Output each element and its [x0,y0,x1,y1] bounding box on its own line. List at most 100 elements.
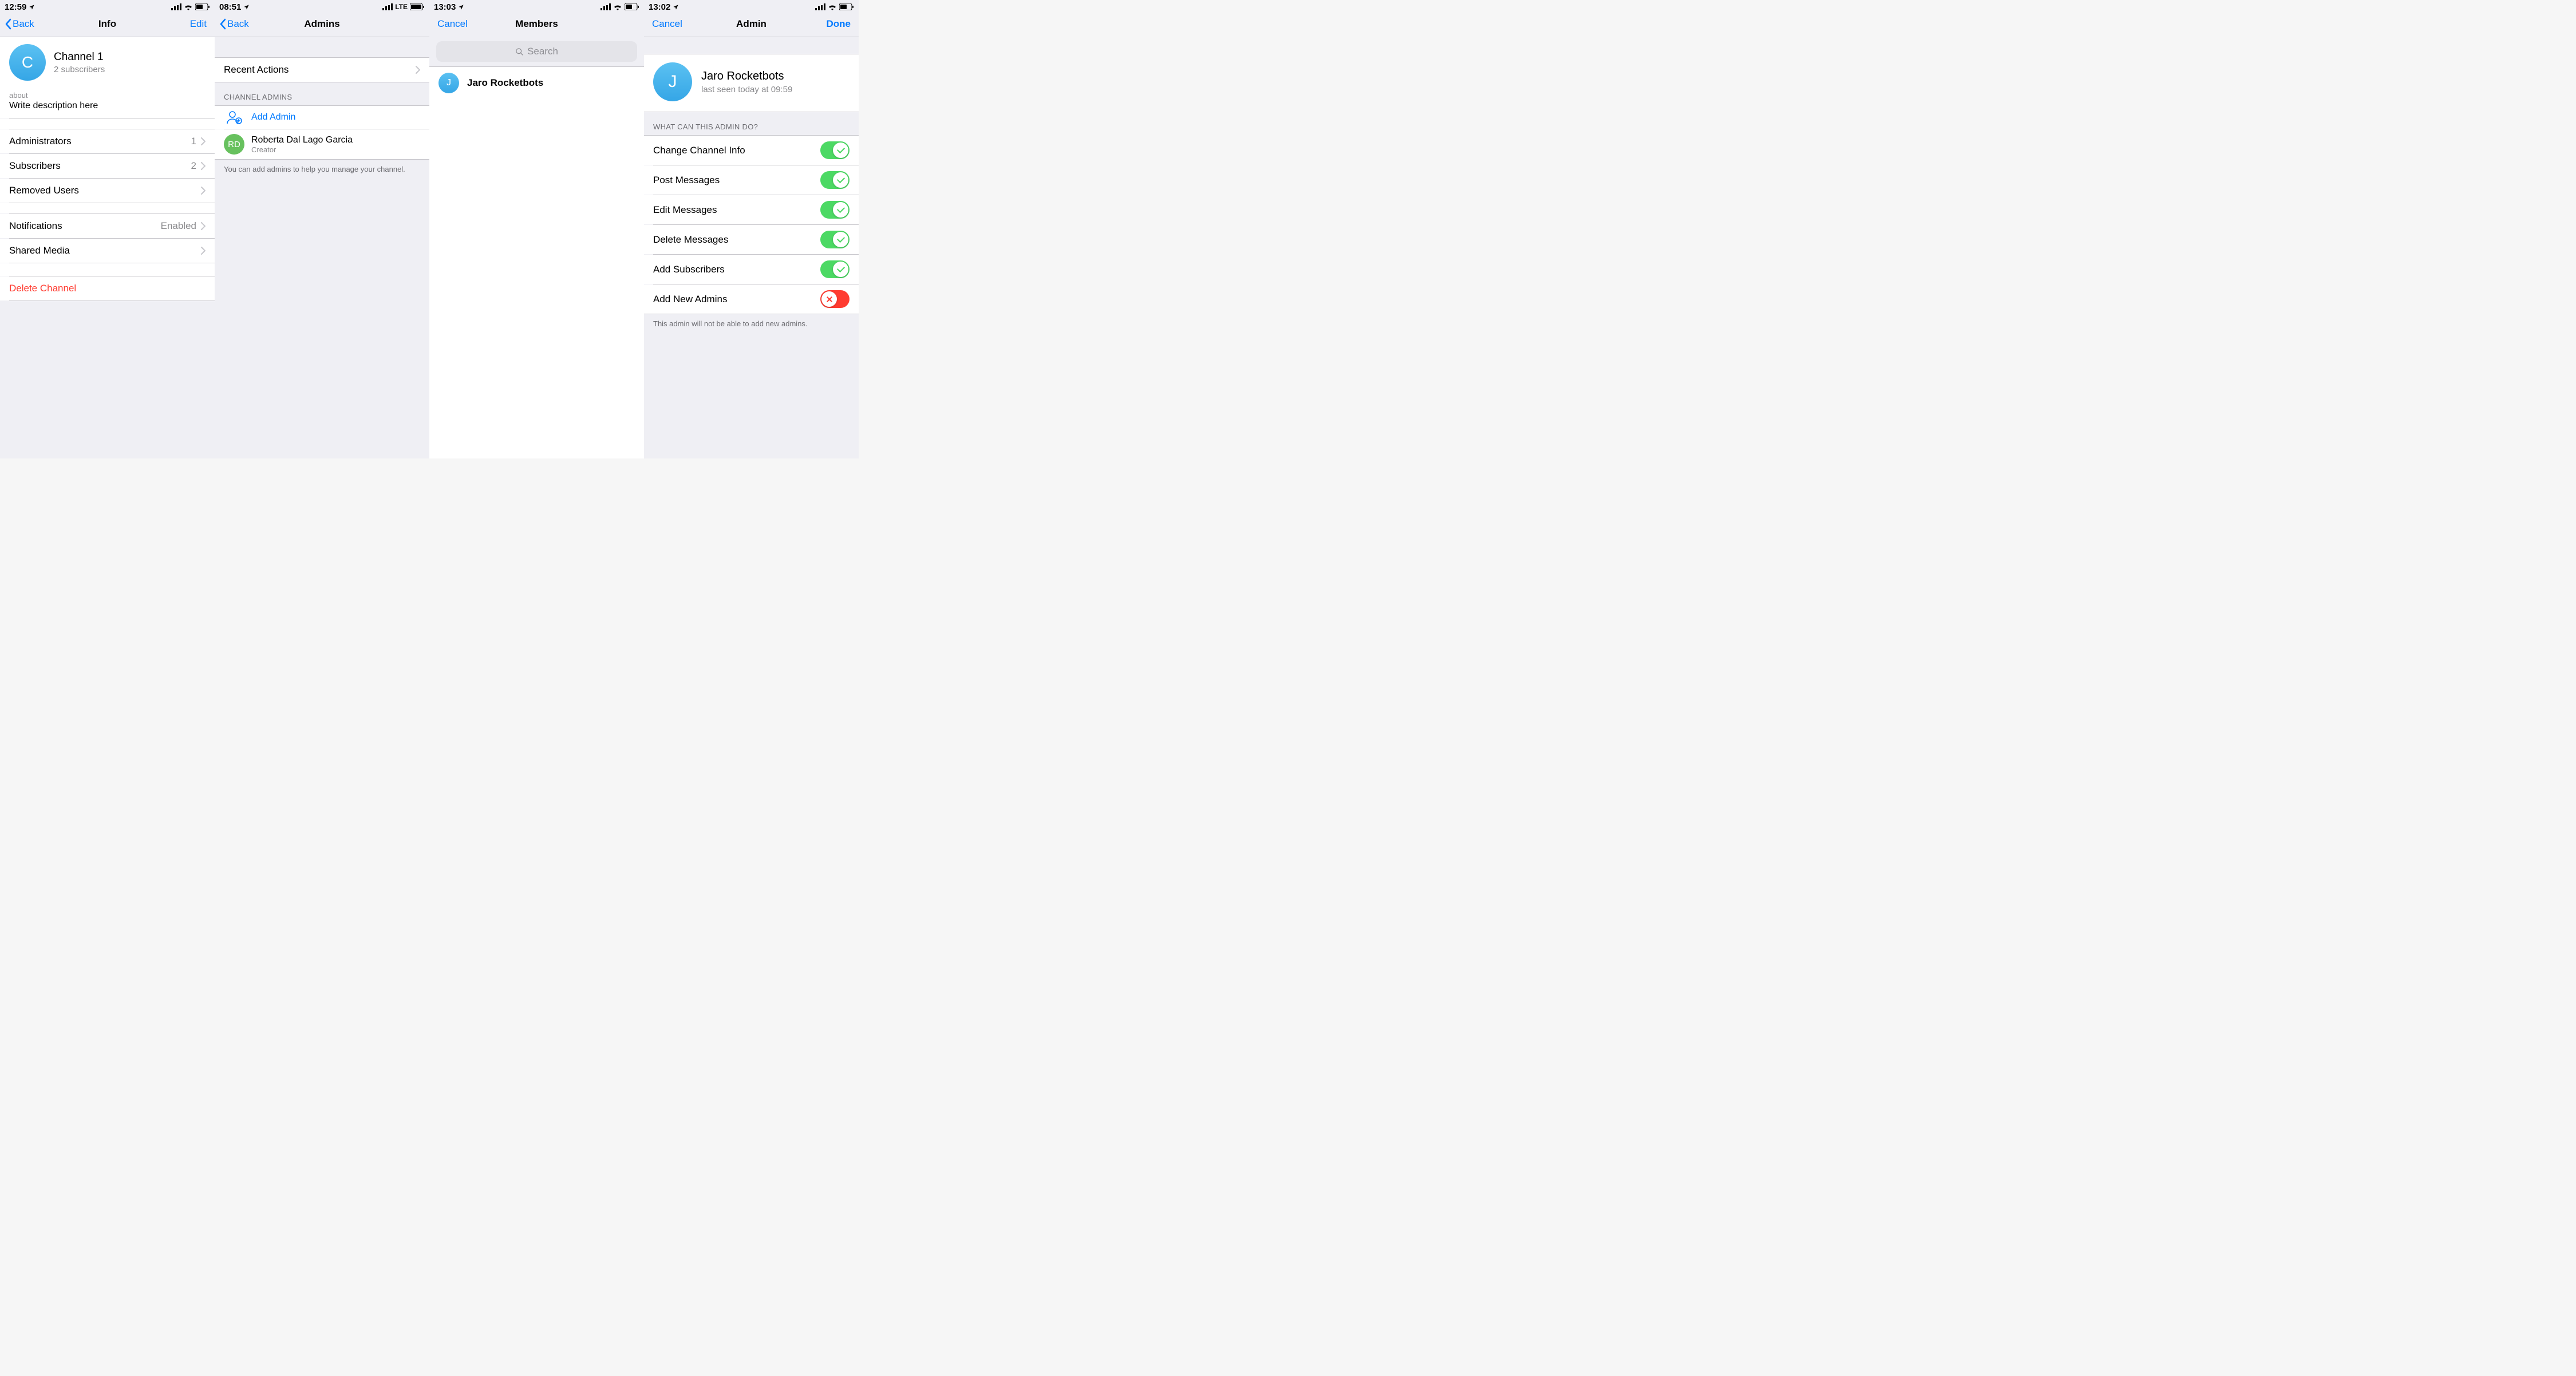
profile-avatar: J [653,62,692,101]
recent-actions-label: Recent Actions [224,64,289,76]
perm-label: Change Channel Info [653,145,745,156]
wifi-icon [828,3,837,10]
chevron-right-icon [201,247,206,255]
about-section: about Write description here [0,88,215,118]
status-bar: 13:02 [644,0,859,11]
perm-label: Add Subscribers [653,264,725,275]
member-avatar: J [438,73,459,93]
add-admin-row[interactable]: Add Admin [215,105,429,129]
channel-subscribers: 2 subscribers [54,65,105,74]
subscribers-row[interactable]: Subscribers 2 [0,154,215,178]
channel-name: Channel 1 [54,51,105,64]
administrators-row[interactable]: Administrators 1 [0,129,215,153]
perm-delete: Delete Messages [644,225,859,254]
shared-label: Shared Media [9,245,70,256]
signal-icon [382,3,393,10]
nav-bar: Back Admins [215,11,429,37]
toggle-add-admins[interactable] [820,290,850,308]
signal-icon [171,3,181,10]
perm-label: Edit Messages [653,204,717,216]
nav-title: Info [98,18,116,30]
subscribers-count: 2 [191,160,196,172]
about-label: about [9,91,206,100]
location-icon [673,4,679,10]
status-time: 08:51 [219,2,241,12]
signal-icon [600,3,611,10]
permissions-header: WHAT CAN THIS ADMIN DO? [644,112,859,135]
channel-header: C Channel 1 2 subscribers [0,37,215,88]
cancel-button[interactable]: Cancel [649,18,682,30]
removed-users-row[interactable]: Removed Users [0,179,215,203]
add-admin-label: Add Admin [251,112,295,122]
about-text: Write description here [9,101,206,111]
location-icon [243,4,250,10]
channel-avatar: C [9,44,46,81]
notifications-value: Enabled [161,220,196,232]
perm-post: Post Messages [644,165,859,195]
status-time: 13:02 [649,2,670,12]
status-time: 13:03 [434,2,456,12]
location-icon [29,4,35,10]
shared-media-row[interactable]: Shared Media [0,239,215,263]
admins-screen: 08:51 LTE Back Admins Recent Actions CHA… [215,0,429,458]
toggle-change-info[interactable] [820,141,850,159]
admin-name: Roberta Dal Lago Garcia [251,135,420,145]
chevron-right-icon [201,162,206,170]
perm-label: Delete Messages [653,234,728,246]
search-input[interactable]: Search [436,41,637,62]
battery-icon [625,3,639,10]
toggle-add-sub[interactable] [820,260,850,278]
chevron-right-icon [201,137,206,145]
perm-add-sub: Add Subscribers [644,255,859,284]
profile-status: last seen today at 09:59 [701,85,792,94]
toggle-edit[interactable] [820,201,850,219]
member-name: Jaro Rocketbots [467,77,543,89]
administrators-count: 1 [191,136,196,147]
status-time: 12:59 [5,2,26,12]
info-screen: 12:59 Back Info Edit C Channel 1 2 subsc… [0,0,215,458]
done-button[interactable]: Done [827,18,855,30]
edit-button[interactable]: Edit [190,18,210,30]
search-placeholder: Search [527,46,558,57]
nav-bar: Cancel Admin Done [644,11,859,37]
channel-admins-header: CHANNEL ADMINS [215,82,429,105]
location-icon [458,4,464,10]
chevron-right-icon [416,66,420,74]
member-row[interactable]: J Jaro Rocketbots [429,67,644,99]
admin-avatar: RD [224,134,244,155]
network-label: LTE [395,3,408,11]
perm-edit: Edit Messages [644,195,859,224]
nav-title: Admins [304,18,339,30]
permissions-footer: This admin will not be able to add new a… [644,314,859,334]
removed-label: Removed Users [9,185,79,196]
back-button[interactable]: Back [219,18,249,30]
perm-label: Add New Admins [653,294,727,305]
subscribers-label: Subscribers [9,160,61,172]
nav-bar: Back Info Edit [0,11,215,37]
admin-profile: J Jaro Rocketbots last seen today at 09:… [644,54,859,112]
signal-icon [815,3,825,10]
wifi-icon [184,3,193,10]
admin-user-row[interactable]: RD Roberta Dal Lago Garcia Creator [215,129,429,160]
wifi-icon [613,3,622,10]
perm-label: Post Messages [653,175,720,186]
administrators-label: Administrators [9,136,72,147]
chevron-left-icon [219,18,226,30]
admin-permissions-screen: 13:02 Cancel Admin Done J Jaro Rocketbot… [644,0,859,458]
status-bar: 08:51 LTE [215,0,429,11]
admins-footer: You can add admins to help you manage yo… [215,160,429,179]
search-wrap: Search [429,37,644,66]
perm-add-admins: Add New Admins [644,284,859,314]
delete-channel-row[interactable]: Delete Channel [0,276,215,300]
recent-actions-row[interactable]: Recent Actions [215,57,429,82]
status-bar: 13:03 [429,0,644,11]
notifications-row[interactable]: Notifications Enabled [0,214,215,238]
toggle-post[interactable] [820,171,850,189]
nav-title: Admin [736,18,767,30]
battery-icon [839,3,854,10]
chevron-right-icon [201,222,206,230]
toggle-delete[interactable] [820,231,850,248]
profile-name: Jaro Rocketbots [701,70,792,83]
back-button[interactable]: Back [5,18,34,30]
cancel-button[interactable]: Cancel [434,18,468,30]
